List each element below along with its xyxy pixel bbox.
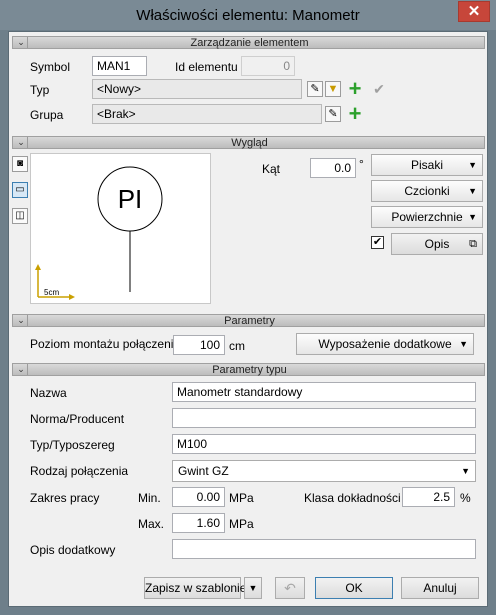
element-id-label: Id elementu — [175, 60, 238, 74]
name-label: Nazwa — [30, 386, 67, 400]
scale-label: 5cm — [44, 288, 59, 297]
surfaces-dropdown[interactable]: Powierzchnie ▼ — [371, 206, 483, 228]
mount-level-label: Poziom montażu połączenia — [30, 337, 181, 351]
norm-label: Norma/Producent — [30, 412, 125, 426]
chevron-down-icon: ▼ — [468, 186, 477, 196]
group-edit-icon[interactable]: ✎ — [325, 106, 341, 122]
type-label: Typ — [30, 83, 50, 97]
popout-icon: ⧉ — [469, 238, 477, 250]
group-field[interactable]: <Brak> — [92, 104, 322, 124]
min-input[interactable]: 0.00 — [172, 487, 225, 507]
accuracy-label: Klasa dokładności — [304, 491, 401, 505]
max-unit: MPa — [229, 517, 254, 531]
symbol-label: Symbol — [30, 60, 71, 74]
element-id-field: 0 — [241, 56, 295, 76]
type-edit-icon[interactable]: ✎ — [307, 81, 323, 97]
camera-icon[interactable]: ◙ — [12, 156, 28, 172]
mount-level-unit: cm — [229, 339, 245, 353]
section-parameters-title: Parametry — [224, 315, 275, 327]
pens-dropdown[interactable]: Pisaki ▼ — [371, 154, 483, 176]
angle-label: Kąt — [262, 162, 281, 176]
fonts-label: Czcionki — [404, 184, 450, 198]
chevron-down-icon: ▼ — [459, 339, 468, 349]
equipment-dropdown[interactable]: Wyposażenie dodatkowe ▼ — [296, 333, 474, 355]
section-type-parameters-title: Parametry typu — [212, 364, 287, 376]
dialog-client: ⌄ Zarządzanie elementem Symbol MAN1 Id e… — [8, 31, 488, 607]
max-label: Max. — [138, 517, 165, 531]
connection-value: Gwint GZ — [178, 464, 229, 478]
view-2d-icon[interactable]: ▭ — [12, 182, 28, 198]
close-button[interactable]: ✕ — [458, 1, 490, 22]
section-management-title: Zarządzanie elementem — [190, 37, 309, 49]
close-icon: ✕ — [467, 3, 481, 20]
chevron-down-icon: ▼ — [468, 212, 477, 222]
type-confirm-icon: ✔ — [373, 81, 385, 97]
equipment-label: Wyposażenie dodatkowe — [318, 337, 452, 351]
min-unit: MPa — [229, 491, 254, 505]
extra-description-label: Opis dodatkowy — [30, 543, 116, 557]
angle-unit: ° — [359, 157, 364, 171]
min-label: Min. — [138, 491, 161, 505]
fonts-dropdown[interactable]: Czcionki ▼ — [371, 180, 483, 202]
series-input[interactable]: M100 — [172, 434, 476, 454]
scale-arrow-right-icon — [69, 294, 75, 300]
section-management-header[interactable]: ⌄ Zarządzanie elementem — [12, 36, 485, 49]
dialog-window: Właściwości elementu: Manometr ✕ ⌄ Zarzą… — [0, 0, 496, 615]
ok-button[interactable]: OK — [315, 577, 393, 599]
series-label: Typ/Typoszereg — [30, 438, 115, 452]
chevron-down-icon: ▼ — [461, 466, 470, 476]
angle-input[interactable]: 0.0 — [310, 158, 356, 178]
type-field[interactable]: <Nowy> — [92, 79, 302, 99]
cancel-button[interactable]: Anuluj — [401, 577, 479, 599]
undo-icon: ↶ — [284, 580, 296, 596]
save-template-button[interactable]: Zapisz w szablonie — [144, 577, 246, 599]
view-3d-icon[interactable]: ◫ — [12, 208, 28, 224]
extra-description-input[interactable] — [172, 539, 476, 559]
save-template-menu-button[interactable]: ▼ — [244, 577, 262, 599]
accuracy-input[interactable]: 2.5 — [402, 487, 455, 507]
chevron-down-icon: ▼ — [468, 160, 477, 170]
section-parameters-header[interactable]: ⌄ Parametry — [12, 314, 485, 327]
section-appearance-title: Wygląd — [231, 137, 268, 149]
window-title: Właściwości elementu: Manometr — [136, 7, 360, 24]
connection-label: Rodzaj połączenia — [30, 464, 129, 478]
cancel-label: Anuluj — [423, 581, 457, 595]
surfaces-label: Powierzchnie — [391, 210, 463, 224]
undo-button: ↶ — [275, 577, 305, 599]
save-template-label: Zapisz w szablonie — [145, 581, 247, 595]
chevron-down-icon: ▼ — [248, 583, 258, 593]
preview-drawing: PI 5cm — [35, 166, 163, 300]
description-label: Opis — [424, 237, 450, 251]
connection-dropdown[interactable]: Gwint GZ ▼ — [172, 460, 476, 482]
accuracy-unit: % — [460, 491, 471, 505]
checkmark-icon: ✔ — [372, 236, 383, 248]
group-label: Grupa — [30, 108, 64, 122]
range-label: Zakres pracy — [30, 491, 100, 505]
pens-label: Pisaki — [410, 158, 443, 172]
max-input[interactable]: 1.60 — [172, 513, 225, 533]
group-add-icon[interactable]: + — [346, 103, 364, 125]
description-button[interactable]: Opis ⧉ — [391, 233, 483, 255]
type-save-icon[interactable]: ▼ — [325, 81, 341, 97]
section-appearance-header[interactable]: ⌄ Wygląd — [12, 136, 485, 149]
symbol-preview: PI 5cm — [30, 153, 211, 304]
ok-label: OK — [345, 581, 363, 595]
mount-level-input[interactable]: 100 — [173, 335, 225, 355]
symbol-input[interactable]: MAN1 — [92, 56, 147, 76]
section-type-parameters-header[interactable]: ⌄ Parametry typu — [12, 363, 485, 376]
title-bar[interactable]: Właściwości elementu: Manometr ✕ — [0, 0, 496, 30]
preview-symbol-text: PI — [118, 184, 143, 214]
name-input[interactable]: Manometr standardowy — [172, 382, 476, 402]
scale-arrow-up-icon — [35, 264, 41, 270]
type-add-icon[interactable]: + — [346, 78, 364, 100]
description-checkbox[interactable]: ✔ — [371, 236, 384, 249]
norm-input[interactable] — [172, 408, 476, 428]
